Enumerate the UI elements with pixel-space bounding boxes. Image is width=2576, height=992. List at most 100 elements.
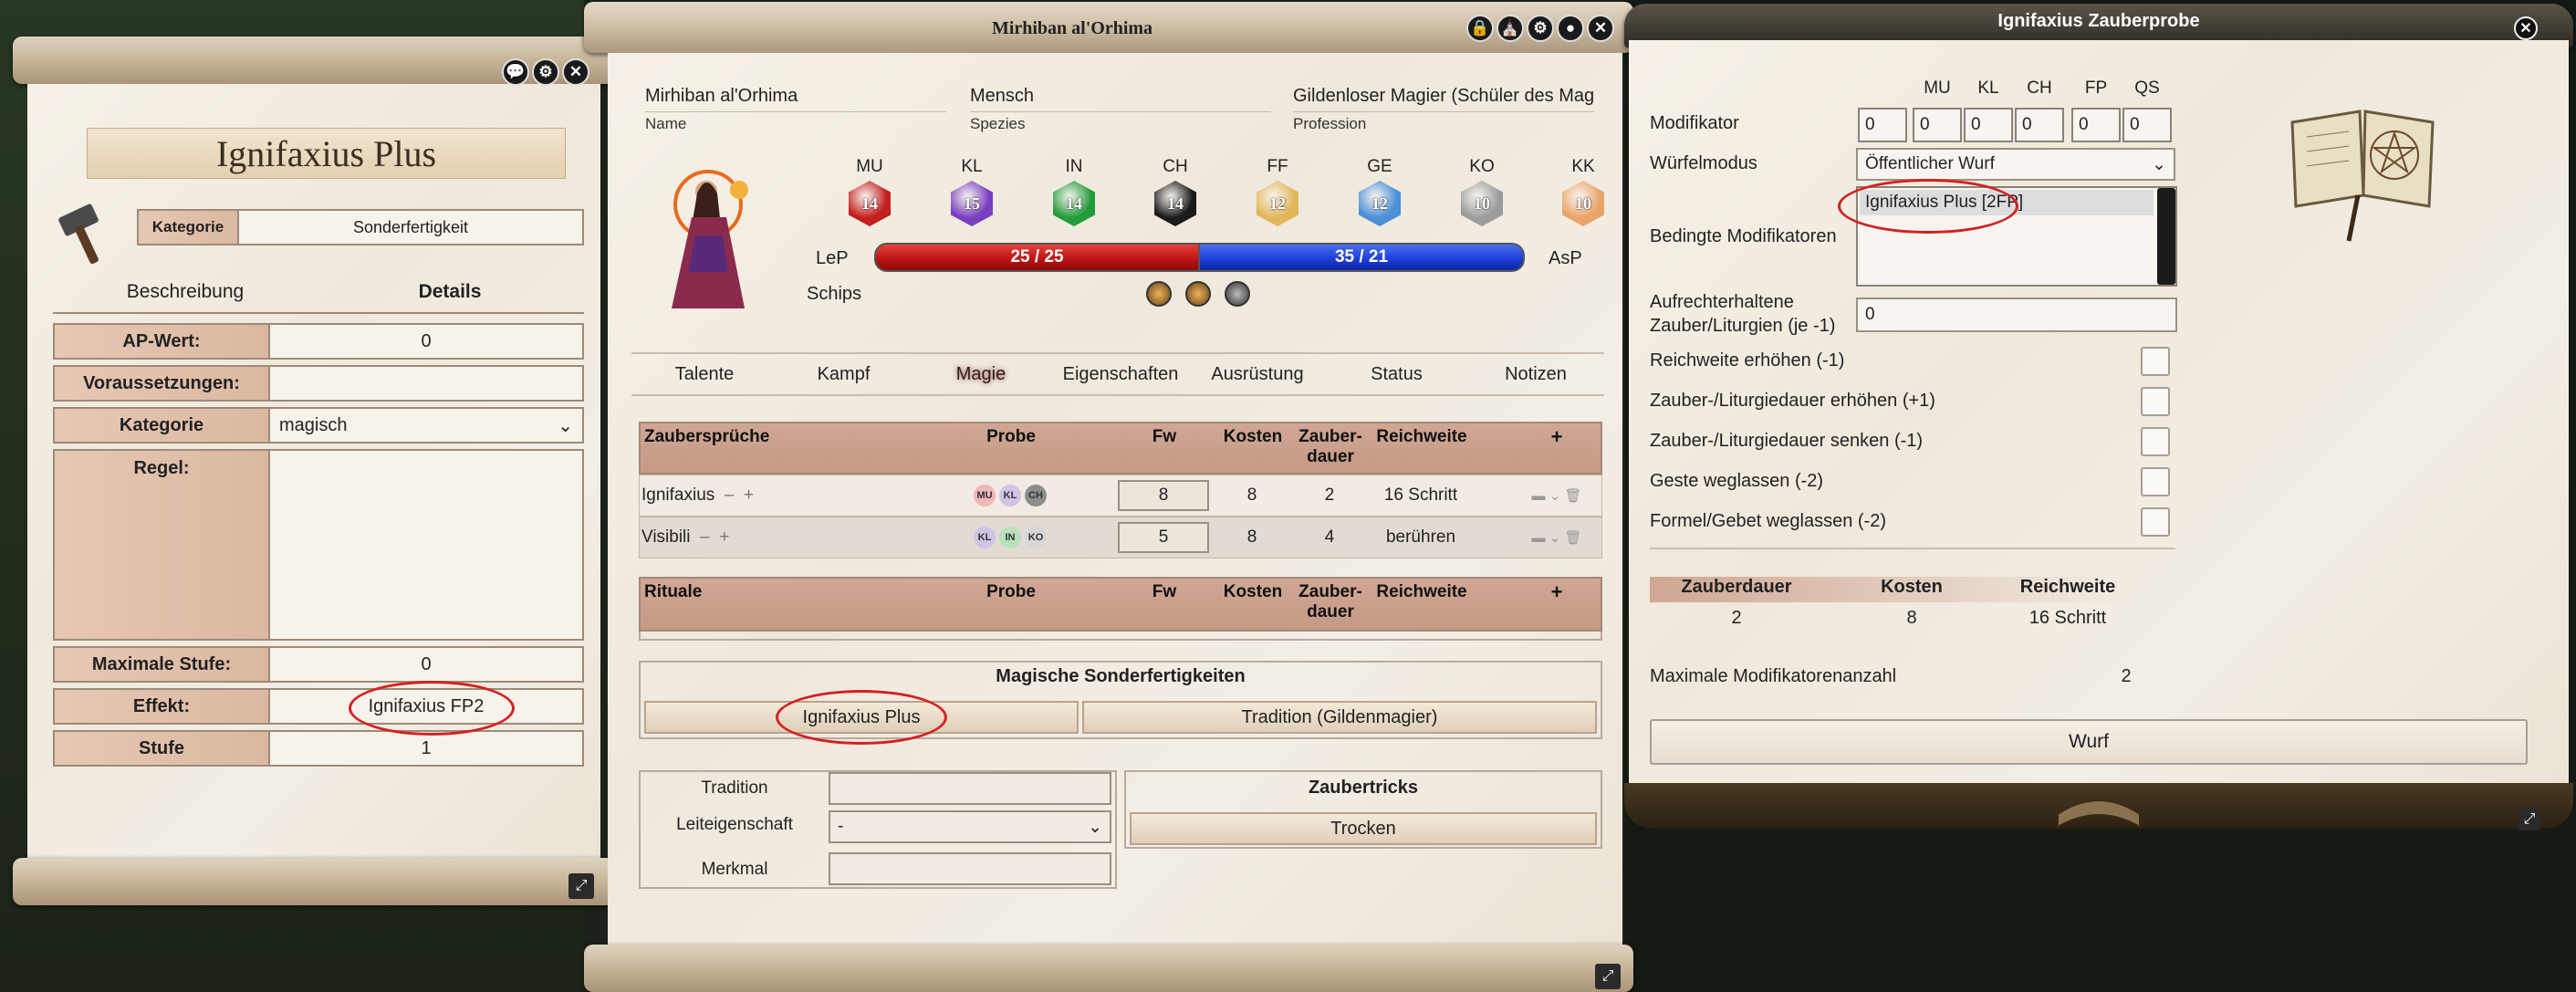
modifikator-input[interactable]: 0 bbox=[1913, 108, 1962, 142]
tab-talente[interactable]: Talente bbox=[631, 356, 777, 392]
maximale-stufe-value[interactable]: 0 bbox=[270, 646, 584, 683]
option-label: Zauber-/Liturgiedauer senken (-1) bbox=[1650, 431, 1924, 451]
sf-tradition-button[interactable]: Tradition (Gildenmagier) bbox=[1082, 701, 1597, 734]
tab-magie[interactable]: Magie bbox=[910, 356, 1052, 392]
wuerfelmodus-select[interactable]: Öffentlicher Wurf ⌄ bbox=[1856, 148, 2175, 181]
tab-eigenschaften[interactable]: Eigenschaften bbox=[1052, 356, 1189, 392]
spell-name-text: Ignifaxius bbox=[641, 486, 715, 505]
tab-kampf[interactable]: Kampf bbox=[777, 356, 910, 392]
tab-status[interactable]: Status bbox=[1326, 356, 1467, 392]
name-value[interactable]: Mirhiban al'Orhima bbox=[645, 86, 946, 107]
close-icon[interactable]: ✕ bbox=[562, 58, 589, 86]
column-header-kl: KL bbox=[1977, 78, 1999, 98]
close-icon[interactable]: ✕ bbox=[2514, 16, 2538, 40]
lock-icon[interactable]: 🔒 bbox=[1466, 15, 1494, 42]
asp-bar[interactable]: 35 / 21 bbox=[1200, 243, 1525, 272]
trash-icon[interactable]: 🗑 bbox=[1564, 487, 1581, 504]
trash-icon[interactable]: 🗑 bbox=[1564, 529, 1581, 546]
increase-icon[interactable]: + bbox=[719, 527, 729, 548]
gear-icon[interactable]: ⚙ bbox=[1527, 15, 1554, 42]
tab-ausruestung[interactable]: Ausrüstung bbox=[1189, 356, 1326, 392]
chat-icon[interactable]: ▬ bbox=[1532, 530, 1546, 546]
stufe-value[interactable]: 1 bbox=[270, 730, 584, 767]
listbox-scrollbar[interactable] bbox=[2157, 188, 2175, 285]
aufrecht-label-2: Zauber/Liturgien (je -1) bbox=[1650, 316, 1836, 336]
gear-icon[interactable]: ⚙ bbox=[532, 58, 559, 86]
option-checkbox[interactable] bbox=[2141, 347, 2170, 376]
add-spell-button[interactable]: + bbox=[1538, 425, 1575, 449]
chat-icon[interactable]: 💬 bbox=[502, 58, 529, 86]
row-maximale-stufe: Maximale Stufe: 0 bbox=[53, 646, 584, 683]
temple-icon[interactable]: ⛪ bbox=[1497, 15, 1524, 42]
spell-fw: 8 bbox=[1116, 475, 1211, 516]
asp-label: AsP bbox=[1549, 248, 1582, 268]
tradition-label: Tradition bbox=[701, 778, 768, 798]
modifikator-input[interactable]: 0 bbox=[1858, 108, 1907, 142]
modifikator-input[interactable]: 0 bbox=[2122, 108, 2172, 142]
spell-row[interactable]: Visibili – + KL IN KO 5 8 4 berühren ▬ ⌄ 🗑 bbox=[639, 517, 1602, 559]
column-header-mu: MU bbox=[1924, 78, 1951, 98]
item-window-bottom-roll bbox=[13, 858, 615, 905]
tab-beschreibung[interactable]: Beschreibung bbox=[53, 281, 318, 303]
option-checkbox[interactable] bbox=[2141, 387, 2170, 416]
spell-fw-input[interactable]: 8 bbox=[1118, 480, 1209, 511]
aufrecht-label-1: Aufrechterhaltene bbox=[1650, 292, 1794, 312]
tab-notizen[interactable]: Notizen bbox=[1467, 356, 1604, 392]
decrease-icon[interactable]: – bbox=[725, 486, 735, 506]
rituals-header-name: Rituale bbox=[644, 582, 703, 601]
increase-icon[interactable]: + bbox=[744, 486, 754, 506]
leiteigenschaft-select[interactable]: - ⌄ bbox=[829, 810, 1111, 843]
voraussetzungen-value[interactable] bbox=[270, 365, 584, 402]
trick-trocken-button[interactable]: Trocken bbox=[1130, 812, 1597, 845]
species-value[interactable]: Mensch bbox=[970, 86, 1271, 107]
ap-wert-label: AP-Wert: bbox=[53, 323, 270, 360]
name-label: Name bbox=[645, 111, 946, 133]
resize-icon[interactable]: ⤢ bbox=[1595, 964, 1621, 989]
decrease-icon[interactable]: – bbox=[700, 527, 710, 548]
merkmal-label: Merkmal bbox=[701, 860, 768, 879]
modifikator-input[interactable]: 0 bbox=[2015, 108, 2064, 142]
aufrecht-input[interactable]: 0 bbox=[1856, 298, 2177, 332]
lep-bar[interactable]: 25 / 25 bbox=[874, 243, 1200, 272]
max-mod-value: 2 bbox=[2121, 666, 2132, 686]
sheet-bottom-roll bbox=[584, 945, 1633, 992]
close-icon[interactable]: ✕ bbox=[1587, 15, 1614, 42]
effekt-label: Effekt: bbox=[53, 688, 270, 725]
regel-textarea[interactable] bbox=[270, 449, 584, 641]
leiteigenschaft-label: Leiteigenschaft bbox=[676, 815, 793, 834]
roll-button[interactable]: Wurf bbox=[1650, 719, 2528, 765]
modifikator-input[interactable]: 0 bbox=[1964, 108, 2013, 142]
spell-name[interactable]: Visibili – + bbox=[641, 517, 729, 558]
profession-value[interactable]: Gildenloser Magier (Schüler des Mag bbox=[1293, 86, 1594, 107]
resize-icon[interactable]: ⤢ bbox=[568, 873, 594, 899]
magic-sf-title: Magische Sonderfertigkeiten bbox=[996, 666, 1246, 686]
spell-row[interactable]: Ignifaxius – + MU KL CH 8 8 2 16 Schritt ▬… bbox=[639, 475, 1602, 517]
user-icon[interactable]: ● bbox=[1557, 15, 1584, 42]
modifikator-input[interactable]: 0 bbox=[2071, 108, 2121, 142]
tab-details[interactable]: Details bbox=[318, 281, 582, 303]
ap-wert-value[interactable]: 0 bbox=[270, 323, 584, 360]
chevron-down-icon[interactable]: ⌄ bbox=[1549, 487, 1561, 504]
schip-token-3[interactable] bbox=[1225, 281, 1250, 307]
spell-name[interactable]: Ignifaxius – + bbox=[641, 475, 754, 516]
tradition-field[interactable] bbox=[829, 772, 1111, 805]
chevron-down-icon[interactable]: ⌄ bbox=[1549, 529, 1561, 546]
option-checkbox[interactable] bbox=[2141, 467, 2170, 496]
chat-icon[interactable]: ▬ bbox=[1532, 488, 1546, 504]
merkmal-field[interactable] bbox=[829, 852, 1111, 885]
category-value: Sonderfertigkeit bbox=[239, 209, 584, 245]
schip-token-2[interactable] bbox=[1185, 281, 1211, 307]
regel-label: Regel: bbox=[53, 449, 270, 641]
spellbook-icon bbox=[2290, 110, 2435, 242]
stufe-label: Stufe bbox=[53, 730, 270, 767]
spell-fw-input[interactable]: 5 bbox=[1118, 522, 1209, 553]
option-checkbox[interactable] bbox=[2141, 507, 2170, 537]
schip-token-1[interactable] bbox=[1146, 281, 1172, 307]
spells-header: Zaubersprüche Probe Fw Kosten Zauber- da… bbox=[639, 422, 1602, 475]
option-checkbox[interactable] bbox=[2141, 427, 2170, 456]
kategorie-select[interactable]: magisch ⌄ bbox=[270, 407, 584, 444]
attr-label-ge: GE bbox=[1367, 157, 1392, 176]
character-portrait[interactable] bbox=[655, 153, 765, 314]
resize-icon[interactable]: ⤢ bbox=[2519, 809, 2540, 830]
add-ritual-button[interactable]: + bbox=[1538, 580, 1575, 604]
